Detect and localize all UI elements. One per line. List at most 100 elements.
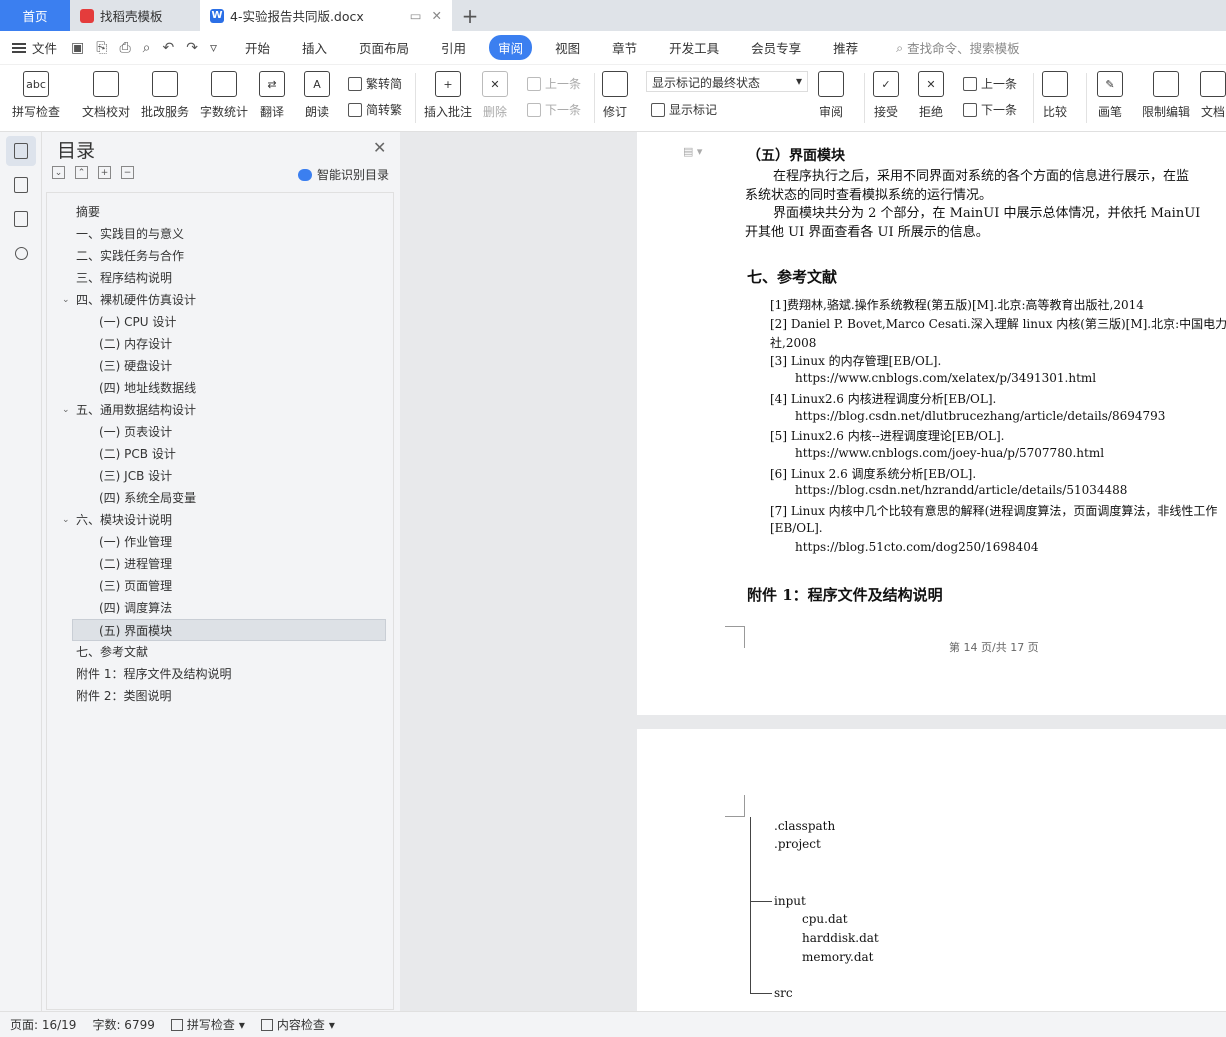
word-count-indicator[interactable]: 字数: 6799: [92, 1016, 154, 1033]
show-markup-button[interactable]: 显示标记: [651, 101, 717, 118]
bookmark-button[interactable]: [6, 204, 36, 234]
toc-item[interactable]: (一) 页表设计: [99, 421, 172, 443]
toc-item[interactable]: 四、裸机硬件仿真设计: [76, 289, 196, 311]
prev-comment-button[interactable]: 上一条: [527, 75, 581, 92]
toc-item[interactable]: 附件 1：程序文件及结构说明: [76, 663, 231, 685]
menu-review[interactable]: 审阅: [489, 35, 533, 60]
compare-button[interactable]: 比较: [1042, 71, 1068, 120]
document-area[interactable]: ▤ ▾ （五）界面模块 在程序执行之后，采用不同界面对系统的各个方面的信息进行展…: [400, 132, 1226, 1011]
toc-item[interactable]: 三、程序结构说明: [76, 267, 172, 289]
toc-item[interactable]: (四) 系统全局变量: [99, 487, 196, 509]
export-pdf-icon[interactable]: ⎘: [96, 40, 107, 56]
markup-display-select[interactable]: 显示标记的最终状态 ▾: [646, 71, 808, 92]
doc-rights-button[interactable]: 文档: [1200, 71, 1226, 120]
pen-button[interactable]: ✎ 画笔: [1097, 71, 1123, 120]
toc-item[interactable]: (三) 页面管理: [99, 575, 172, 597]
expand-all-icon[interactable]: ⌄: [52, 166, 65, 179]
toc-item[interactable]: (四) 地址线数据线: [99, 377, 196, 399]
page-15[interactable]: .classpath .project input cpu.dat harddi…: [637, 729, 1226, 1011]
collapse-all-icon[interactable]: ⌃: [75, 166, 88, 179]
save-icon[interactable]: ▣: [71, 40, 84, 56]
toc-item[interactable]: 摘要: [76, 201, 100, 223]
review-pane-button[interactable]: 审阅: [818, 71, 844, 120]
content-check-status[interactable]: 内容检查 ▾: [260, 1016, 335, 1033]
menu-developer[interactable]: 开发工具: [660, 35, 728, 60]
doc-proof-button[interactable]: 文档校对: [82, 71, 130, 120]
toc-item[interactable]: 五、通用数据结构设计: [76, 399, 196, 421]
reference-url[interactable]: https://blog.51cto.com/dog250/1698404: [795, 540, 1039, 554]
toc-item[interactable]: (三) 硬盘设计: [99, 355, 172, 377]
print-icon[interactable]: ⎙: [119, 40, 130, 56]
reference-url[interactable]: https://www.cnblogs.com/xelatex/p/349130…: [795, 371, 1096, 385]
spell-check-button[interactable]: abc 拼写检查: [12, 71, 60, 120]
menu-references[interactable]: 引用: [432, 35, 475, 60]
read-aloud-button[interactable]: A 朗读: [304, 71, 330, 120]
tab-template[interactable]: 找稻壳模板: [70, 0, 200, 31]
word-count-button[interactable]: 字数统计: [200, 71, 248, 120]
tab-home[interactable]: 首页: [0, 0, 70, 31]
menu-page-layout[interactable]: 页面布局: [350, 35, 418, 60]
close-tab-icon[interactable]: ✕: [432, 8, 442, 23]
paragraph-menu-icon[interactable]: ▤ ▾: [683, 145, 702, 158]
customize-dropdown-icon[interactable]: ▿: [210, 40, 217, 56]
menu-recommend[interactable]: 推荐: [824, 35, 867, 60]
next-change-button[interactable]: 下一条: [963, 101, 1017, 118]
trad-to-simp-button[interactable]: 繁转简: [348, 75, 402, 92]
toc-item[interactable]: (一) CPU 设计: [99, 311, 176, 333]
toc-item[interactable]: (二) 进程管理: [99, 553, 172, 575]
reject-button[interactable]: ✕ 拒绝: [918, 71, 944, 120]
simp-to-trad-button[interactable]: 简转繁: [348, 101, 402, 118]
delete-comment-button[interactable]: ✕ 删除: [482, 71, 508, 120]
restrict-editing-button[interactable]: 限制编辑: [1142, 71, 1190, 120]
menu-start[interactable]: 开始: [236, 35, 279, 60]
menu-chapter[interactable]: 章节: [603, 35, 646, 60]
accept-button[interactable]: ✓ 接受: [873, 71, 899, 120]
undo-icon[interactable]: ↶: [163, 40, 175, 56]
find-button[interactable]: [6, 238, 36, 268]
toc-item[interactable]: (五) 界面模块: [72, 619, 386, 641]
toc-item[interactable]: (一) 作业管理: [99, 531, 172, 553]
toc-item[interactable]: 一、实践目的与意义: [76, 223, 184, 245]
new-tab-button[interactable]: +: [452, 0, 488, 31]
chevron-down-icon[interactable]: ⌄: [62, 289, 72, 311]
menu-insert[interactable]: 插入: [293, 35, 336, 60]
toc-panel-button[interactable]: [6, 136, 36, 166]
reference-url[interactable]: https://blog.csdn.net/dlutbrucezhang/art…: [795, 409, 1165, 423]
chevron-down-icon[interactable]: ⌄: [62, 509, 72, 531]
toc-item[interactable]: (四) 调度算法: [99, 597, 172, 619]
add-level-icon[interactable]: +: [98, 166, 111, 179]
toc-item[interactable]: (二) 内存设计: [99, 333, 172, 355]
chapter-nav-button[interactable]: [6, 170, 36, 200]
track-changes-button[interactable]: 修订: [602, 71, 628, 120]
batch-service-button[interactable]: 批改服务: [141, 71, 189, 120]
chevron-down-icon[interactable]: ⌄: [62, 399, 72, 421]
toc-item[interactable]: (三) JCB 设计: [99, 465, 172, 487]
menu-view[interactable]: 视图: [546, 35, 589, 60]
next-comment-button[interactable]: 下一条: [527, 101, 581, 118]
translate-button[interactable]: ⇄ 翻译: [259, 71, 285, 120]
tab-document[interactable]: W 4-实验报告共同版.docx ▭ ✕: [200, 0, 452, 31]
print-preview-icon[interactable]: ⌕: [143, 40, 151, 56]
smart-toc-button[interactable]: 智能识别目录: [298, 166, 389, 183]
toc-item[interactable]: 六、模块设计说明: [76, 509, 172, 531]
toc-item[interactable]: (二) PCB 设计: [99, 443, 176, 465]
redo-icon[interactable]: ↷: [186, 40, 198, 56]
close-icon[interactable]: ✕: [373, 138, 386, 157]
toc-item[interactable]: 附件 2：类图说明: [76, 685, 171, 707]
command-search[interactable]: ⌕ 查找命令、搜索模板: [896, 38, 1020, 57]
page-14[interactable]: ▤ ▾ （五）界面模块 在程序执行之后，采用不同界面对系统的各个方面的信息进行展…: [637, 132, 1226, 715]
prev-change-button[interactable]: 上一条: [963, 75, 1017, 92]
reference-url[interactable]: https://blog.csdn.net/hzrandd/article/de…: [795, 483, 1127, 497]
file-menu[interactable]: 文件: [12, 38, 57, 57]
insert-comment-button[interactable]: + 插入批注: [424, 71, 472, 120]
remove-level-icon[interactable]: −: [121, 166, 134, 179]
toc-item[interactable]: 七、参考文献: [76, 641, 148, 663]
toc-item[interactable]: 二、实践任务与合作: [76, 245, 184, 267]
delete-comment-icon: ✕: [482, 71, 508, 97]
window-mode-icon[interactable]: ▭: [410, 8, 422, 23]
page-indicator[interactable]: 页面: 16/19: [10, 1016, 76, 1033]
reference-url[interactable]: https://www.cnblogs.com/joey-hua/p/57077…: [795, 446, 1104, 460]
spell-check-status[interactable]: 拼写检查 ▾: [170, 1016, 245, 1033]
menu-member[interactable]: 会员专享: [742, 35, 810, 60]
search-icon: ⌕: [896, 39, 904, 55]
